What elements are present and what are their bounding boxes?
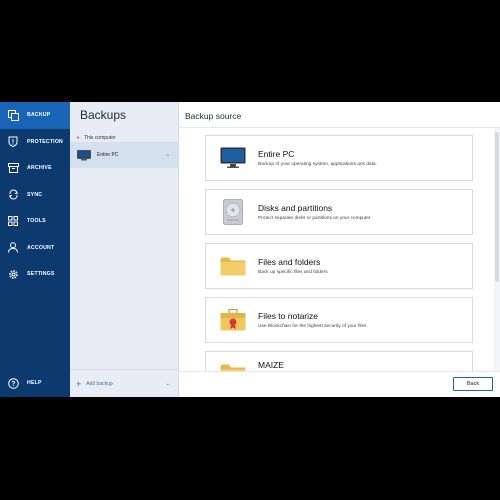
source-title: MAIZE: [258, 360, 284, 370]
nav-item-backup[interactable]: BACKUP: [0, 102, 70, 129]
page-title: Backup source: [179, 102, 500, 128]
source-card-entire-pc[interactable]: Entire PC Backup of your operating syste…: [205, 135, 473, 181]
nav-item-protection[interactable]: PROTECTION: [0, 129, 70, 156]
sync-icon: [7, 189, 19, 201]
back-button[interactable]: Back: [453, 377, 493, 391]
nav-item-settings[interactable]: SETTINGS: [0, 261, 70, 288]
svg-text:?: ?: [11, 381, 15, 388]
add-backup-label: Add backup: [86, 380, 113, 387]
scrollbar-thumb[interactable]: [495, 132, 499, 282]
help-icon: ?: [7, 377, 19, 389]
source-desc: Back up specific files and folders: [258, 270, 328, 275]
monitor-icon: [77, 149, 91, 161]
backup-source-panel: Backup source Entire PC Backup of your o…: [179, 102, 500, 397]
scrollbar[interactable]: [494, 128, 500, 371]
notarize-briefcase-icon: [220, 307, 246, 333]
source-title: Entire PC: [258, 149, 295, 159]
backup-item-entire-pc[interactable]: Entire PC ⌄: [70, 142, 178, 168]
source-card-maize[interactable]: MAIZE: [205, 351, 473, 371]
collapse-arrow-icon: ▼: [76, 135, 80, 140]
nav-label: ACCOUNT: [27, 244, 55, 251]
nav-label: SYNC: [27, 191, 43, 198]
chevron-down-icon[interactable]: ⌄: [166, 152, 170, 158]
monitor-icon: [220, 145, 246, 171]
source-desc: Use Blockchain for the highest security …: [258, 324, 367, 329]
backup-item-label: Entire PC: [97, 152, 119, 158]
archive-icon: [7, 162, 19, 174]
main-nav: BACKUP PROTECTION ARCHIVE SYNC TOOLS ACC…: [0, 102, 70, 397]
disk-icon: [220, 199, 246, 225]
chevron-down-icon[interactable]: ⌄: [166, 381, 170, 387]
add-backup-button[interactable]: + Add backup ⌄: [70, 369, 178, 397]
source-card-disks[interactable]: Disks and partitions Protect separate di…: [205, 189, 473, 235]
nav-label: PROTECTION: [27, 138, 64, 145]
tools-icon: [7, 215, 19, 227]
source-list: Entire PC Backup of your operating syste…: [179, 128, 494, 371]
backup-icon: [7, 109, 19, 121]
backups-panel: Backups ▼ This computer Entire PC ⌄ + Ad…: [70, 102, 179, 397]
nav-item-help[interactable]: ? HELP: [0, 369, 70, 397]
nav-label: ARCHIVE: [27, 165, 52, 172]
nav-item-sync[interactable]: SYNC: [0, 182, 70, 209]
footer-bar: Back: [179, 371, 500, 397]
nav-item-tools[interactable]: TOOLS: [0, 208, 70, 235]
source-title: Files and folders: [258, 257, 321, 267]
source-card-files-folders[interactable]: Files and folders Back up specific files…: [205, 243, 473, 289]
app-window: BACKUP PROTECTION ARCHIVE SYNC TOOLS ACC…: [0, 102, 500, 397]
nav-label: TOOLS: [27, 218, 46, 225]
group-this-computer[interactable]: ▼ This computer: [70, 128, 178, 142]
source-title: Files to notarize: [258, 311, 318, 321]
folder-icon: [220, 253, 246, 279]
nav-label: SETTINGS: [27, 271, 55, 278]
shield-icon: [7, 136, 19, 148]
group-label: This computer: [83, 134, 116, 141]
nav-item-archive[interactable]: ARCHIVE: [0, 155, 70, 182]
gear-icon: [7, 268, 19, 280]
account-icon: [7, 242, 19, 254]
plus-icon: +: [76, 378, 82, 389]
backups-title: Backups: [80, 108, 127, 122]
nav-label: HELP: [27, 380, 42, 386]
nav-label: BACKUP: [27, 112, 51, 119]
source-title: Disks and partitions: [258, 203, 333, 213]
folder-icon: [220, 360, 246, 371]
source-desc: Backup of your operating system, applica…: [258, 162, 377, 167]
source-card-notarize[interactable]: Files to notarize Use Blockchain for the…: [205, 297, 473, 343]
source-desc: Protect separate disks or partitions on …: [258, 216, 371, 221]
nav-item-account[interactable]: ACCOUNT: [0, 235, 70, 262]
